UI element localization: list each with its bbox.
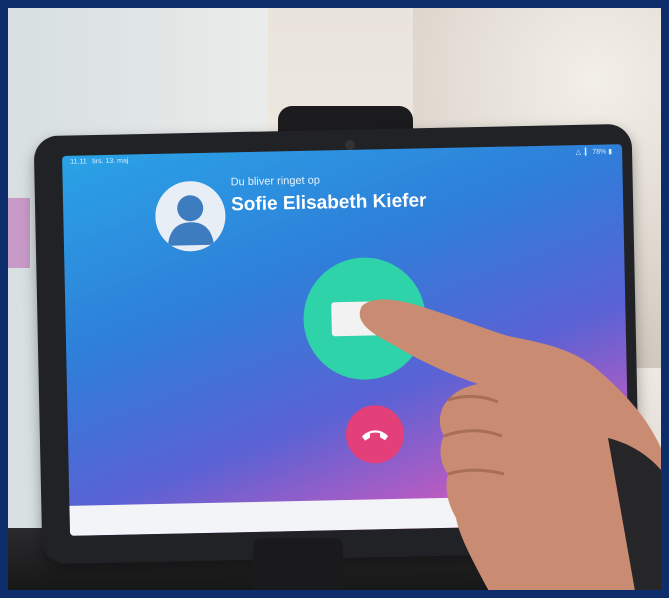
pointing-hand bbox=[359, 299, 661, 590]
person-icon bbox=[155, 181, 226, 252]
status-icons: △ .▎ 78% ▮ bbox=[575, 148, 613, 157]
caller-name: Sofie Elisabeth Kiefer bbox=[230, 190, 427, 216]
front-camera bbox=[345, 140, 355, 150]
tablet-stand bbox=[253, 538, 343, 590]
photo-frame: 11.11 tirs. 13. maj △ .▎ 78% ▮ Du bliver… bbox=[0, 0, 669, 598]
incoming-call-caption: Du bliver ringet op bbox=[230, 174, 321, 189]
caller-avatar bbox=[154, 180, 227, 252]
wall-note bbox=[8, 198, 30, 268]
status-time: 11.11 bbox=[70, 158, 87, 166]
status-date: tirs. 13. maj bbox=[92, 157, 129, 166]
